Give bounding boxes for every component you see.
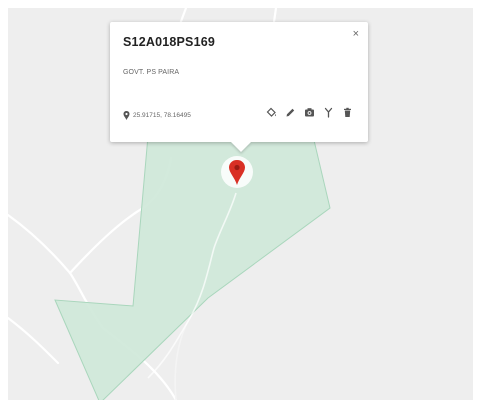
coordinates-text: 25.91715, 78.16495 (133, 112, 191, 119)
region-polygon[interactable] (54, 135, 331, 400)
popup-actions (266, 107, 353, 118)
popup-pointer (231, 142, 251, 152)
pencil-icon[interactable] (285, 107, 296, 118)
road-top-right (272, 8, 278, 24)
coordinates-row: 25.91715, 78.16495 (123, 111, 191, 120)
fork-icon[interactable] (323, 107, 334, 118)
location-pin-icon (123, 111, 130, 120)
popup-subtitle: GOVT. PS PAIRA (123, 69, 180, 76)
info-popup: S12A018PS169 × GOVT. PS PAIRA 25.91715, … (110, 22, 368, 152)
trash-icon[interactable] (342, 107, 353, 118)
map-pin-icon (221, 156, 253, 188)
popup-title: S12A018PS169 (123, 35, 216, 49)
location-marker[interactable] (219, 154, 255, 190)
road-west (8, 213, 72, 275)
close-icon[interactable]: × (353, 28, 359, 40)
camera-icon[interactable] (304, 107, 315, 118)
paint-bucket-icon[interactable] (266, 107, 277, 118)
road-southwest (8, 316, 60, 365)
map-frame: S12A018PS169 × GOVT. PS PAIRA 25.91715, … (0, 0, 477, 405)
